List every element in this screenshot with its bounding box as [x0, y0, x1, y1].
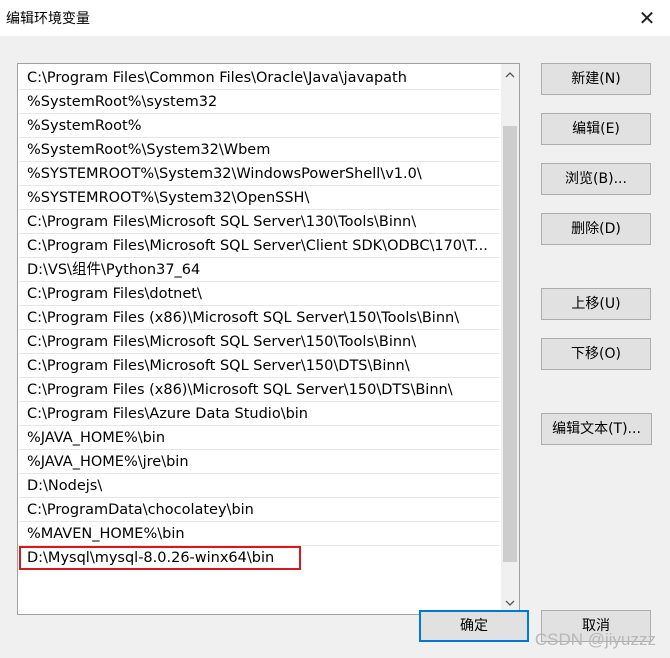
path-list-item[interactable]: D:\VS\组件\Python37_64 — [19, 258, 499, 282]
path-list-item[interactable]: C:\ProgramData\chocolatey\bin — [19, 498, 499, 522]
dialog-body: C:\Program Files\Common Files\Oracle\Jav… — [0, 36, 670, 658]
path-list-item[interactable]: C:\Program Files\dotnet\ — [19, 282, 499, 306]
path-list-item[interactable]: %MAVEN_HOME%\bin — [19, 522, 499, 546]
vertical-scrollbar[interactable] — [501, 64, 519, 614]
title-bar: 编辑环境变量 ✕ — [0, 0, 670, 36]
path-list-item[interactable]: %JAVA_HOME%\bin — [19, 426, 499, 450]
path-list-item[interactable]: C:\Program Files\Microsoft SQL Server\13… — [19, 210, 499, 234]
path-list-item[interactable]: %SYSTEMROOT%\System32\WindowsPowerShell\… — [19, 162, 499, 186]
path-list-item[interactable]: D:\Nodejs\ — [19, 474, 499, 498]
path-list-item[interactable]: C:\Program Files (x86)\Microsoft SQL Ser… — [19, 306, 499, 330]
path-list-item[interactable]: %SYSTEMROOT%\System32\OpenSSH\ — [19, 186, 499, 210]
window-title: 编辑环境变量 — [6, 11, 90, 27]
edit-button[interactable]: 编辑(E) — [541, 113, 651, 145]
browse-button[interactable]: 浏览(B)... — [541, 163, 651, 195]
path-list-item[interactable]: C:\Program Files\Azure Data Studio\bin — [19, 402, 499, 426]
scrollbar-thumb[interactable] — [503, 126, 517, 562]
path-list-item[interactable]: %SystemRoot% — [19, 114, 499, 138]
path-list-item[interactable]: %SystemRoot%\System32\Wbem — [19, 138, 499, 162]
new-button[interactable]: 新建(N) — [541, 63, 651, 95]
edit-text-button[interactable]: 编辑文本(T)... — [541, 413, 652, 445]
path-list[interactable]: C:\Program Files\Common Files\Oracle\Jav… — [17, 63, 520, 615]
watermark: CSDN @jiyuzzz — [534, 630, 656, 649]
path-list-item[interactable]: C:\Program Files\Microsoft SQL Server\15… — [19, 330, 499, 354]
close-icon[interactable]: ✕ — [634, 6, 660, 30]
scroll-up-icon[interactable] — [501, 66, 519, 84]
path-list-item-highlighted[interactable]: D:\Mysql\mysql-8.0.26-winx64\bin — [19, 546, 301, 570]
move-up-button[interactable]: 上移(U) — [541, 288, 651, 320]
move-down-button[interactable]: 下移(O) — [541, 338, 651, 370]
path-list-item[interactable]: C:\Program Files\Microsoft SQL Server\15… — [19, 354, 499, 378]
delete-button[interactable]: 删除(D) — [541, 213, 651, 245]
path-list-item[interactable]: %JAVA_HOME%\jre\bin — [19, 450, 499, 474]
path-list-item[interactable]: C:\Program Files\Microsoft SQL Server\Cl… — [19, 234, 499, 258]
path-list-item[interactable]: %SystemRoot%\system32 — [19, 90, 499, 114]
path-list-rows: C:\Program Files\Common Files\Oracle\Jav… — [19, 66, 499, 570]
path-list-item[interactable]: C:\Program Files (x86)\Microsoft SQL Ser… — [19, 378, 499, 402]
path-list-item[interactable]: C:\Program Files\Common Files\Oracle\Jav… — [19, 66, 499, 90]
ok-button[interactable]: 确定 — [419, 610, 529, 642]
